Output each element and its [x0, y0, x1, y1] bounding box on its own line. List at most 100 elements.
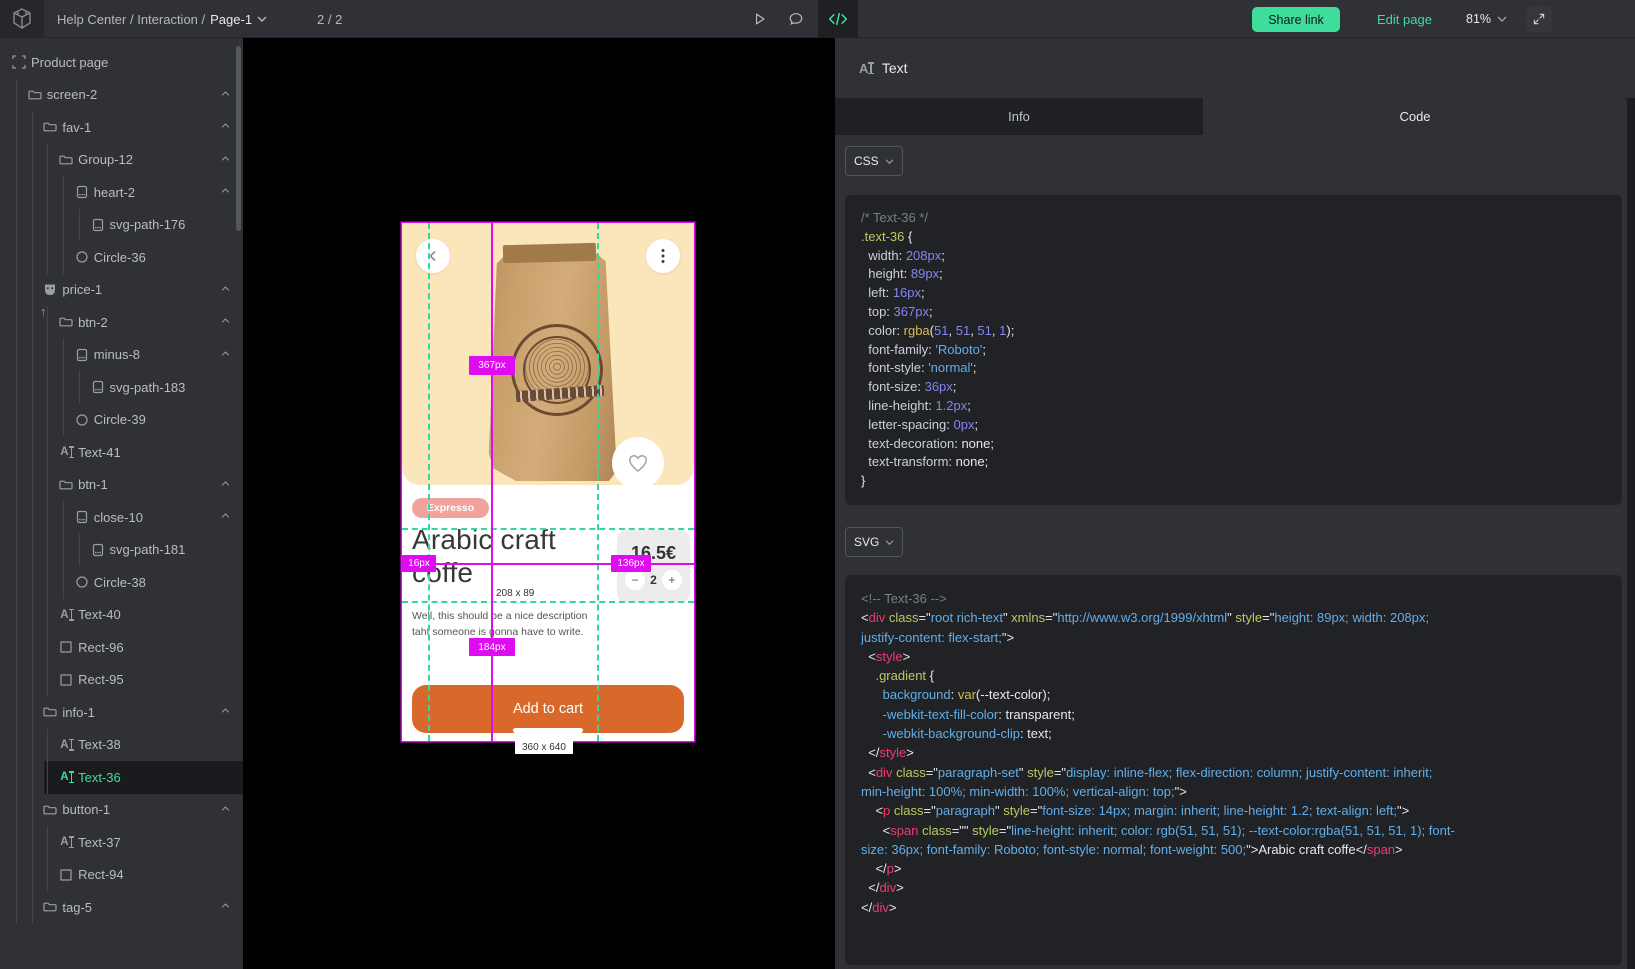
edit-page-link[interactable]: Edit page	[1377, 0, 1432, 38]
tab-code[interactable]: Code	[1203, 98, 1627, 135]
tree-indent-guide	[47, 664, 48, 697]
svg-code-block[interactable]: <!-- Text-36 --><div class="root rich-te…	[845, 575, 1622, 965]
layer-label: heart-2	[94, 185, 135, 200]
tree-indent-guide	[16, 79, 17, 112]
quantity-increase-button[interactable]: +	[662, 570, 682, 590]
layer-row-minus-8[interactable]: minus-8	[0, 339, 243, 372]
tree-indent-guide	[63, 534, 64, 567]
layer-row-btn-1[interactable]: btn-1	[0, 469, 243, 502]
category-tag[interactable]: Expresso	[412, 498, 489, 518]
add-to-cart-button[interactable]: Add to cart	[412, 685, 684, 733]
quantity-decrease-button[interactable]: −	[625, 570, 645, 590]
layer-label: tag-5	[62, 900, 92, 915]
heart-icon	[626, 451, 650, 475]
back-button[interactable]	[416, 239, 450, 273]
layer-row-close-10[interactable]: close-10	[0, 501, 243, 534]
product-screen-frame[interactable]: Expresso Arabic craft coffe 16.5€ − 2 + …	[402, 223, 694, 741]
layer-row-info-1[interactable]: info-1	[0, 696, 243, 729]
text-layer-icon: A	[58, 737, 74, 753]
folder-layer-icon	[58, 477, 74, 493]
rect-layer-icon	[58, 639, 74, 655]
chevron-up-icon[interactable]	[220, 316, 231, 325]
favorite-button[interactable]	[612, 437, 664, 489]
tree-indent-guide	[32, 501, 33, 534]
tree-indent-guide	[16, 891, 17, 924]
layer-label: Text-40	[78, 607, 121, 622]
chevron-up-icon[interactable]	[220, 186, 231, 195]
layer-row-btn-2[interactable]: btn-2	[0, 306, 243, 339]
tree-indent-guide	[16, 274, 17, 307]
layer-row-text-37[interactable]: AText-37	[0, 826, 243, 859]
layer-row-text-40[interactable]: AText-40	[0, 599, 243, 632]
chevron-up-icon[interactable]	[220, 479, 231, 488]
layer-label: close-10	[94, 510, 143, 525]
layer-row-rect-94[interactable]: Rect-94	[0, 859, 243, 892]
layer-row-svg-path-183[interactable]: svg-path-183	[0, 371, 243, 404]
layer-row-fav-1[interactable]: fav-1	[0, 111, 243, 144]
layer-row-circle-39[interactable]: Circle-39	[0, 404, 243, 437]
chevron-up-icon[interactable]	[220, 154, 231, 163]
code-view-tab[interactable]	[818, 0, 858, 38]
layer-row-text-41[interactable]: AText-41	[0, 436, 243, 469]
tree-indent-guide	[32, 274, 33, 307]
tree-indent-guide	[32, 176, 33, 209]
chevron-up-icon[interactable]	[220, 511, 231, 520]
tree-indent-guide	[16, 404, 17, 437]
breadcrumb[interactable]: Help Center / Interaction / Page-1	[57, 0, 267, 38]
tree-indent-guide	[47, 729, 48, 762]
fullscreen-button[interactable]	[1526, 6, 1552, 32]
tree-indent-guide	[16, 469, 17, 502]
zoom-level-dropdown[interactable]: 81%	[1466, 0, 1507, 38]
design-canvas[interactable]: Expresso Arabic craft coffe 16.5€ − 2 + …	[243, 38, 835, 969]
tree-indent-guide	[47, 436, 48, 469]
layer-row-svg-path-176[interactable]: svg-path-176	[0, 209, 243, 242]
layer-row-text-38[interactable]: AText-38	[0, 729, 243, 762]
tree-indent-guide	[16, 631, 17, 664]
folder-layer-icon	[42, 704, 58, 720]
chevron-up-icon[interactable]	[220, 284, 231, 293]
tree-indent-guide	[32, 209, 33, 242]
more-options-button[interactable]	[646, 239, 680, 273]
layer-row-svg-path-181[interactable]: svg-path-181	[0, 534, 243, 567]
chevron-up-icon[interactable]	[220, 901, 231, 910]
code-line: <style>	[861, 647, 1606, 666]
chevron-up-icon[interactable]	[220, 349, 231, 358]
tree-indent-guide	[63, 566, 64, 599]
play-button[interactable]	[744, 0, 774, 38]
layer-row-product page[interactable]: Product page	[0, 46, 243, 79]
tree-indent-guide	[47, 761, 48, 794]
code-line: </div>	[861, 878, 1606, 897]
layer-row-circle-36[interactable]: Circle-36	[0, 241, 243, 274]
layer-row-group-12[interactable]: Group-12	[0, 144, 243, 177]
code-line: .gradient {	[861, 666, 1606, 685]
panel-scrollbar-track[interactable]	[1627, 98, 1635, 969]
svg-language-dropdown[interactable]: SVG	[845, 527, 903, 557]
measure-badge-bottom-gap: 184px	[469, 638, 515, 656]
layer-row-text-36[interactable]: AText-36	[0, 761, 243, 794]
layer-row-tag-5[interactable]: tag-5	[0, 891, 243, 924]
chevron-up-icon[interactable]	[220, 121, 231, 130]
css-language-dropdown[interactable]: CSS	[845, 146, 903, 176]
sidebar-scrollbar[interactable]	[236, 46, 241, 231]
chevron-up-icon[interactable]	[220, 804, 231, 813]
layer-row-heart-2[interactable]: heart-2	[0, 176, 243, 209]
home-indicator	[513, 728, 583, 733]
tab-info[interactable]: Info	[835, 98, 1203, 135]
layer-row-circle-38[interactable]: Circle-38	[0, 566, 243, 599]
css-code-block[interactable]: /* Text-36 */.text-36 { width: 208px; he…	[845, 195, 1622, 505]
share-link-button[interactable]: Share link	[1252, 7, 1340, 32]
tree-indent-guide	[47, 826, 48, 859]
chevron-up-icon[interactable]	[220, 706, 231, 715]
app-logo-icon[interactable]	[0, 0, 44, 38]
product-title[interactable]: Arabic craft coffe	[412, 523, 592, 589]
layer-row-rect-96[interactable]: Rect-96	[0, 631, 243, 664]
zoom-level-value: 81%	[1466, 12, 1491, 26]
tree-indent-guide	[16, 566, 17, 599]
layer-row-rect-95[interactable]: Rect-95	[0, 664, 243, 697]
mask-indicator-arrow: ↑	[40, 304, 47, 319]
layer-row-screen-2[interactable]: screen-2	[0, 79, 243, 112]
layer-row-price-1[interactable]: price-1	[0, 274, 243, 307]
comment-button[interactable]	[781, 0, 811, 38]
chevron-up-icon[interactable]	[220, 89, 231, 98]
layer-row-button-1[interactable]: button-1	[0, 794, 243, 827]
